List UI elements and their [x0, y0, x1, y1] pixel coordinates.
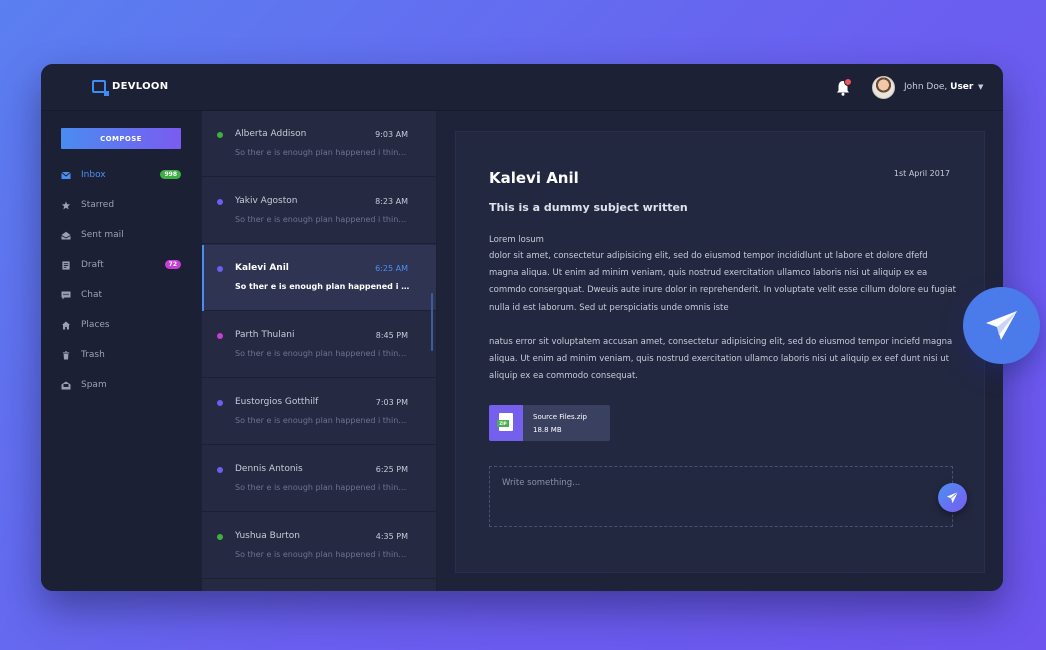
app-logo[interactable]: DEVLOON: [92, 80, 169, 96]
spam-icon: [61, 381, 71, 389]
message-reader: Kalevi Anil 1st April 2017 This is a dum…: [455, 131, 985, 573]
sidebar-item-label: Draft: [81, 260, 104, 270]
home-icon: [61, 320, 71, 330]
list-item[interactable]: Alberta Addison 9:03 AM So ther e is eno…: [202, 111, 436, 177]
list-item[interactable]: Yushua Burton 4:35 PM So ther e is enoug…: [202, 513, 436, 579]
draft-icon: [62, 260, 70, 270]
file-type-badge: ZIP: [497, 420, 509, 427]
message-preview: So ther e is enough plan happened i thin…: [235, 148, 410, 157]
message-time: 8:23 AM: [375, 197, 408, 206]
envelope-icon: [61, 171, 71, 179]
message-preview: So ther e is enough plan happened i thin…: [235, 282, 410, 291]
reader-sender: Kalevi Anil: [489, 169, 579, 187]
zip-file-icon: ZIP: [489, 405, 523, 441]
sidebar-item-label: Chat: [81, 290, 103, 300]
message-time: 4:35 PM: [375, 532, 408, 541]
reader-paragraph-2: natus error sit voluptatem accusan amet,…: [489, 337, 953, 382]
message-list: Alberta Addison 9:03 AM So ther e is eno…: [202, 111, 436, 591]
avatar[interactable]: [872, 76, 895, 99]
inbox-count-badge: 998: [160, 170, 181, 179]
list-item-selected[interactable]: Kalevi Anil 6:25 AM So ther e is enough …: [202, 245, 436, 311]
message-time: 6:25 AM: [375, 264, 408, 273]
status-dot: [217, 534, 223, 540]
sidebar-item-sent-mail[interactable]: Sent mail: [61, 226, 181, 244]
floating-send-button[interactable]: [963, 287, 1040, 364]
sidebar-item-places[interactable]: Places: [61, 316, 181, 334]
message-preview: So ther e is enough plan happened i thin…: [235, 483, 410, 492]
status-dot: [217, 132, 223, 138]
message-preview: So ther e is enough plan happened i thin…: [235, 349, 410, 358]
message-time: 6:25 PM: [375, 465, 408, 474]
notification-badge: [844, 78, 852, 86]
user-role: User: [950, 82, 974, 92]
message-preview: So ther e is enough plan happened i thin…: [235, 215, 410, 224]
sidebar-item-label: Sent mail: [81, 230, 124, 240]
sidebar-item-label: Places: [81, 320, 110, 330]
reader-pane: Kalevi Anil 1st April 2017 This is a dum…: [437, 111, 1003, 591]
list-item[interactable]: Dennis Antonis 6:25 PM So ther e is enou…: [202, 446, 436, 512]
sent-icon: [61, 231, 71, 239]
attachment-card[interactable]: ZIP Source Files.zip 18.8 MB: [489, 405, 610, 441]
status-dot: [217, 333, 223, 339]
message-sender: Alberta Addison: [235, 129, 307, 139]
list-item[interactable]: Yakiv Agoston 8:23 AM So ther e is enoug…: [202, 178, 436, 244]
list-scrollbar[interactable]: [431, 293, 433, 351]
message-preview: So ther e is enough plan happened i thin…: [235, 416, 410, 425]
message-sender: Parth Thulani: [235, 330, 295, 340]
sidebar-item-spam[interactable]: Spam: [61, 376, 181, 394]
reader-date: 1st April 2017: [893, 169, 950, 178]
reply-input[interactable]: Write something...: [489, 466, 967, 527]
status-dot: [217, 467, 223, 473]
logo-text: DEVLOON: [112, 81, 169, 92]
send-button[interactable]: [938, 483, 967, 512]
reader-greeting: Lorem losum: [489, 235, 544, 245]
status-dot: [217, 400, 223, 406]
sidebar-item-label: Inbox: [81, 170, 106, 180]
sidebar: COMPOSE Inbox 998 Starred Sent mail Draf…: [41, 111, 201, 591]
draft-count-badge: 72: [164, 260, 181, 269]
message-sender: Kalevi Anil: [235, 263, 289, 273]
message-preview: So ther e is enough plan happened i thin…: [235, 550, 410, 559]
sidebar-item-label: Starred: [81, 200, 115, 210]
sidebar-item-label: Trash: [81, 350, 105, 360]
star-icon: [61, 200, 71, 209]
paper-plane-icon: [985, 310, 1017, 340]
list-item[interactable]: Eustorgios Gotthilf 7:03 PM So ther e is…: [202, 379, 436, 445]
mail-app-window: DEVLOON John Doe, User ▼ COMPOSE Inbox 9…: [41, 64, 1003, 591]
message-time: 8:45 PM: [375, 331, 408, 340]
sidebar-item-inbox[interactable]: Inbox 998: [61, 166, 181, 184]
sidebar-item-starred[interactable]: Starred: [61, 196, 181, 214]
attachment-name: Source Files.zip: [533, 413, 587, 421]
message-time: 7:03 PM: [375, 398, 408, 407]
trash-icon: [62, 350, 70, 360]
logo-icon: [92, 80, 109, 96]
sidebar-item-chat[interactable]: Chat: [61, 286, 181, 304]
compose-button[interactable]: COMPOSE: [61, 128, 181, 149]
sidebar-item-trash[interactable]: Trash: [61, 346, 181, 364]
attachment-size: 18.8 MB: [533, 426, 562, 434]
reader-paragraph-1: dolor sit amet, consectetur adipisicing …: [489, 251, 956, 313]
list-item[interactable]: Parth Thulani 8:45 PM So ther e is enoug…: [202, 312, 436, 378]
top-bar: DEVLOON John Doe, User ▼: [41, 64, 1003, 111]
sidebar-item-draft[interactable]: Draft 72: [61, 256, 181, 274]
reply-placeholder: Write something...: [502, 478, 581, 488]
sidebar-item-label: Spam: [81, 380, 107, 390]
reader-subject: This is a dummy subject written: [489, 201, 688, 214]
message-sender: Dennis Antonis: [235, 464, 303, 474]
caret-down-icon[interactable]: ▼: [978, 83, 983, 91]
message-sender: Eustorgios Gotthilf: [235, 397, 319, 407]
paper-plane-icon: [946, 491, 959, 504]
status-dot: [217, 266, 223, 272]
user-menu[interactable]: John Doe, User: [904, 82, 973, 92]
status-dot: [217, 199, 223, 205]
message-sender: Yakiv Agoston: [235, 196, 298, 206]
message-time: 9:03 AM: [375, 130, 408, 139]
chat-icon: [61, 291, 71, 299]
message-sender: Yushua Burton: [235, 531, 300, 541]
user-name: John Doe,: [904, 82, 948, 92]
